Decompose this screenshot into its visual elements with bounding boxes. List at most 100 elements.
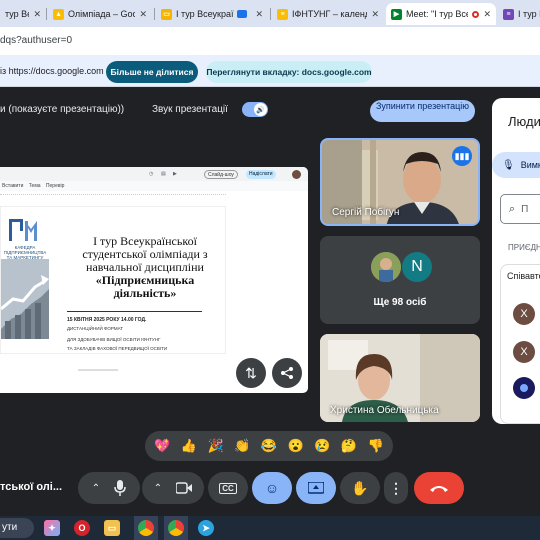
hand-icon: ✋ bbox=[351, 479, 369, 496]
slide-canvas: КАФЕДРА ПІДПРИЄМНИЦТВА ТА МАРКЕТИНГУ І т… bbox=[0, 206, 226, 354]
slide-audience-line: ТА ЗАКЛАДІВ ФАХОВОЇ ПЕРЕДВИЩОЇ ОСВІТИ bbox=[67, 346, 168, 351]
reaction-heart[interactable]: 💖 bbox=[154, 438, 170, 454]
chevron-up-icon[interactable]: ⌃ bbox=[92, 483, 100, 494]
department-logo bbox=[9, 219, 37, 241]
slide-date: 15 КВІТНЯ 2025 РОКУ 14.00 ГОД. bbox=[67, 317, 147, 323]
more-options-button[interactable]: ⋮ bbox=[384, 472, 408, 504]
reaction-thumbs-down[interactable]: 👎 bbox=[367, 438, 383, 454]
more-vert-icon: ⋮ bbox=[389, 479, 403, 496]
chrome-icon[interactable] bbox=[138, 520, 154, 536]
close-icon[interactable]: ✕ bbox=[33, 9, 41, 20]
panel-title: Люди bbox=[508, 114, 540, 129]
telegram-icon[interactable]: ➤ bbox=[198, 520, 214, 536]
opera-icon[interactable]: O bbox=[74, 520, 90, 536]
google-drive-icon: ▲ bbox=[53, 8, 64, 20]
mute-all-button[interactable]: 🎙 Вимкнути всім bbox=[492, 152, 540, 178]
reactions-bar: 💖 👍 🎉 👏 😂 😮 😢 🤔 👎 bbox=[145, 431, 393, 461]
search-placeholder: П bbox=[521, 203, 529, 215]
file-explorer-icon[interactable]: ▭ bbox=[104, 520, 120, 536]
tab-label: І тур Всеукраїнсь bbox=[176, 9, 234, 19]
hang-up-icon bbox=[430, 485, 448, 492]
comment-icon[interactable]: ▤ bbox=[158, 170, 169, 179]
reaction-thumbs-up[interactable]: 👍 bbox=[181, 438, 197, 454]
mic-off-icon: 🎙 bbox=[502, 159, 515, 171]
speaker-icon: 🔊 bbox=[254, 103, 267, 116]
slideshow-button[interactable]: Слайд-шоу bbox=[204, 170, 238, 179]
reactions-button[interactable]: ☺ bbox=[252, 472, 292, 504]
close-icon[interactable]: ✕ bbox=[371, 9, 379, 20]
reaction-laugh[interactable]: 😂 bbox=[261, 438, 277, 454]
shared-screen-preview: ◷ ▤ ▶ Слайд-шоу Надіслати Вставити Тема … bbox=[0, 167, 308, 393]
avatar[interactable] bbox=[513, 377, 535, 399]
swap-icon: ⇅ bbox=[245, 364, 257, 381]
browser-tab[interactable]: ≡ ІФНТУНГ – календар ✕ bbox=[272, 3, 384, 25]
leave-call-button[interactable] bbox=[414, 472, 464, 504]
people-search-input[interactable]: ⌕ П bbox=[500, 194, 540, 224]
meet-icon[interactable]: ▶ bbox=[170, 170, 180, 179]
search-icon: ⌕ bbox=[509, 202, 516, 215]
close-icon[interactable]: ✕ bbox=[483, 9, 491, 20]
presentation-sound-label: Звук презентації bbox=[152, 104, 228, 115]
taskbar-search[interactable]: ути bbox=[0, 518, 34, 538]
chrome-icon[interactable] bbox=[168, 520, 184, 536]
google-forms-icon: ≡ bbox=[503, 8, 514, 20]
copilot-icon[interactable]: ✦ bbox=[44, 520, 60, 536]
presentation-sound-toggle[interactable]: 🔊 bbox=[242, 102, 268, 117]
emoji-icon: ☺ bbox=[264, 480, 280, 496]
meeting-title: тської олі... bbox=[0, 481, 63, 493]
reaction-thinking[interactable]: 🤔 bbox=[341, 438, 357, 454]
reaction-party[interactable]: 🎉 bbox=[208, 438, 224, 454]
close-icon[interactable]: ✕ bbox=[139, 9, 147, 20]
google-slides-icon: ▭ bbox=[161, 8, 172, 20]
participant-tile-more[interactable]: N Ще 98 осіб bbox=[320, 236, 480, 324]
browser-tab-active[interactable]: ▶ Meet: "І тур Всеу ✕ bbox=[386, 3, 496, 25]
stop-presenting-button[interactable]: Зупинити презентацію bbox=[370, 100, 475, 122]
share-button[interactable]: Надіслати bbox=[246, 170, 276, 179]
browser-tab[interactable]: ▭ І тур Всеукраїнсь ✕ bbox=[156, 3, 268, 25]
more-options-button[interactable] bbox=[272, 358, 302, 388]
browser-tab[interactable]: ≡ І тур Всеук bbox=[498, 3, 540, 25]
address-bar[interactable]: dqs?authuser=0 bbox=[0, 27, 540, 55]
participant-tile[interactable]: Христина Обельницька bbox=[320, 334, 480, 422]
google-meet-icon: ▶ bbox=[391, 8, 402, 20]
tab-label: Meet: "І тур Всеу bbox=[406, 9, 469, 19]
microphone-control: ⌃ bbox=[78, 472, 140, 504]
participant-tile[interactable]: ▮▮▮ Сергій Побігун bbox=[320, 138, 480, 226]
stop-sharing-button[interactable]: Більше не ділитися bbox=[106, 61, 198, 83]
tab-label: тур Ве bbox=[5, 9, 30, 19]
participant-name: Сергій Побігун bbox=[332, 207, 400, 218]
reaction-sad[interactable]: 😢 bbox=[314, 438, 330, 454]
slide-title: І тур Всеукраїнської студентської олімпі… bbox=[82, 234, 208, 274]
browser-tab-strip: тур Ве ✕ ▲ Олімпіада – Google ✕ ▭ І тур … bbox=[0, 0, 540, 27]
slide-audience-line: ДЛЯ ЗДОБУВАЧІВ ВИЩОЇ ОСВІТИ ІФНТУНГ bbox=[67, 337, 161, 342]
url-text[interactable]: dqs?authuser=0 bbox=[0, 35, 72, 46]
chevron-up-icon[interactable]: ⌃ bbox=[154, 483, 162, 494]
avatar[interactable] bbox=[292, 170, 301, 179]
browser-tab[interactable]: ▲ Олімпіада – Google ✕ bbox=[48, 3, 152, 25]
reaction-surprised[interactable]: 😮 bbox=[288, 438, 304, 454]
section-heading: ПРИЄДНАНІ bbox=[508, 243, 540, 252]
close-icon[interactable]: ✕ bbox=[255, 9, 263, 20]
avatar: N bbox=[402, 252, 432, 282]
camera-icon[interactable] bbox=[176, 482, 193, 494]
avatar[interactable]: Х bbox=[513, 303, 535, 325]
slides-menu-bar: Вставити Тема Перевір bbox=[0, 181, 308, 191]
microphone-icon[interactable] bbox=[114, 480, 126, 496]
switch-tab-button[interactable]: Переглянути вкладку: docs.google.com bbox=[206, 61, 372, 83]
present-button[interactable] bbox=[296, 472, 336, 504]
recording-icon bbox=[472, 10, 480, 18]
raise-hand-button[interactable]: ✋ bbox=[340, 472, 380, 504]
slide-format: ДИСТАНЦІЙНИЙ ФОРМАТ bbox=[67, 326, 124, 331]
avatar bbox=[371, 252, 401, 282]
tab-label: Олімпіада – Google bbox=[68, 9, 136, 19]
avatar[interactable]: Х bbox=[513, 341, 535, 363]
logo-caption: КАФЕДРА ПІДПРИЄМНИЦТВА ТА МАРКЕТИНГУ bbox=[3, 245, 47, 260]
slides-toolbar: ◷ ▤ ▶ Слайд-шоу Надіслати bbox=[0, 167, 308, 181]
unpin-button[interactable]: ⇅ bbox=[236, 358, 266, 388]
history-icon[interactable]: ◷ bbox=[146, 170, 156, 179]
browser-tab[interactable]: тур Ве ✕ bbox=[0, 3, 46, 25]
growth-arrow-image bbox=[1, 259, 49, 339]
os-taskbar: ути ✦ O ▭ ➤ bbox=[0, 516, 540, 540]
captions-button[interactable]: CC bbox=[208, 472, 248, 504]
reaction-clap[interactable]: 👏 bbox=[234, 438, 250, 454]
